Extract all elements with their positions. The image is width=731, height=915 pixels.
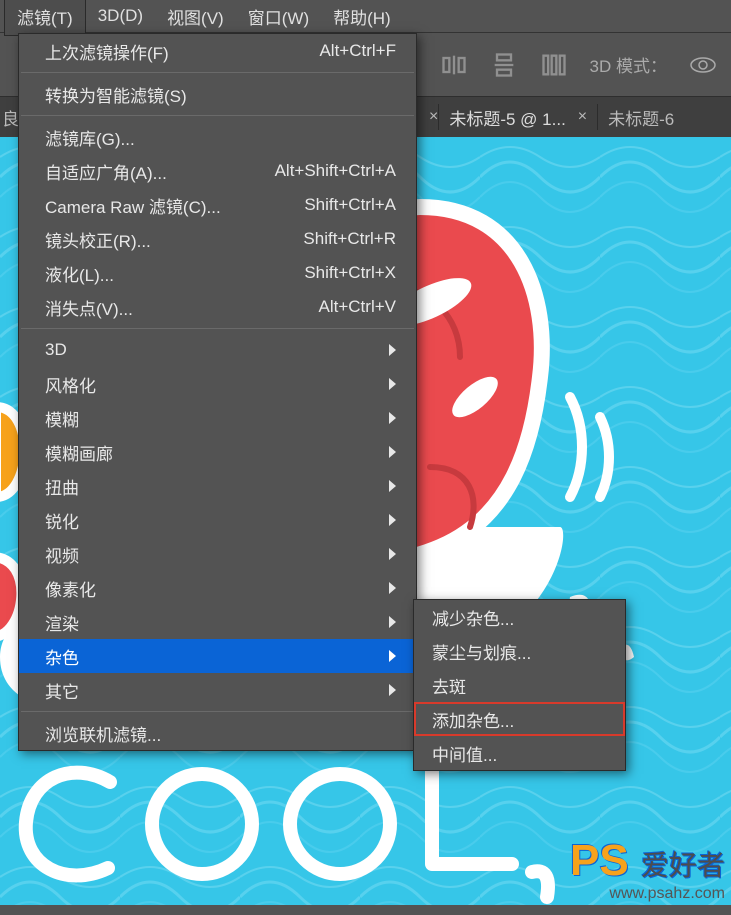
align-vertical-icon[interactable] bbox=[490, 51, 518, 79]
mi-shortcut: Shift+Ctrl+A bbox=[304, 195, 396, 215]
tab-untitled-5[interactable]: 未标题-5 @ 1... × bbox=[439, 95, 597, 140]
menu-separator bbox=[21, 328, 414, 329]
smi-despeckle[interactable]: 去斑 bbox=[414, 668, 625, 702]
close-icon[interactable]: × bbox=[578, 108, 587, 126]
mi-vanishing-point[interactable]: 消失点(V)... Alt+Ctrl+V bbox=[19, 290, 416, 324]
smi-label: 中间值... bbox=[432, 741, 497, 766]
menu-separator bbox=[21, 72, 414, 73]
menu-separator bbox=[21, 115, 414, 116]
watermark: PS 爱好者 www.psahz.com bbox=[570, 837, 725, 903]
mi-camera-raw[interactable]: Camera Raw 滤镜(C)... Shift+Ctrl+A bbox=[19, 188, 416, 222]
close-icon[interactable]: × bbox=[429, 108, 438, 126]
mi-sharpen[interactable]: 锐化 bbox=[19, 503, 416, 537]
distribute-icon[interactable] bbox=[540, 51, 568, 79]
submenu-arrow-icon bbox=[389, 412, 396, 424]
mi-label: 滤镜库(G)... bbox=[45, 125, 135, 150]
align-horizontal-icon[interactable] bbox=[440, 51, 468, 79]
watermark-url: www.psahz.com bbox=[570, 885, 725, 903]
submenu-arrow-icon bbox=[389, 616, 396, 628]
mi-blur-gallery[interactable]: 模糊画廊 bbox=[19, 435, 416, 469]
mi-video[interactable]: 视频 bbox=[19, 537, 416, 571]
mi-blur[interactable]: 模糊 bbox=[19, 401, 416, 435]
smi-reduce-noise[interactable]: 减少杂色... bbox=[414, 600, 625, 634]
mode-label: 3D 模式： bbox=[590, 52, 667, 77]
mi-label: 锐化 bbox=[45, 508, 79, 533]
smi-label: 蒙尘与划痕... bbox=[432, 639, 531, 664]
mi-label: 上次滤镜操作(F) bbox=[45, 39, 169, 64]
mi-label: 转换为智能滤镜(S) bbox=[45, 82, 187, 107]
mi-shortcut: Shift+Ctrl+R bbox=[303, 229, 396, 249]
menu-3d[interactable]: 3D(D) bbox=[86, 0, 155, 32]
mi-label: Camera Raw 滤镜(C)... bbox=[45, 193, 221, 218]
orbit-icon[interactable] bbox=[689, 54, 717, 76]
mi-label: 自适应广角(A)... bbox=[45, 159, 167, 184]
menubar: 滤镜(T) 3D(D) 视图(V) 窗口(W) 帮助(H) bbox=[0, 0, 731, 33]
mi-filter-gallery[interactable]: 滤镜库(G)... bbox=[19, 120, 416, 154]
mi-label: 其它 bbox=[45, 678, 79, 703]
mi-liquify[interactable]: 液化(L)... Shift+Ctrl+X bbox=[19, 256, 416, 290]
smi-median[interactable]: 中间值... bbox=[414, 736, 625, 770]
mi-label: 镜头校正(R)... bbox=[45, 227, 151, 252]
mi-noise[interactable]: 杂色 bbox=[19, 639, 416, 673]
mi-label: 视频 bbox=[45, 542, 79, 567]
menu-filter[interactable]: 滤镜(T) bbox=[4, 0, 86, 36]
mi-label: 扭曲 bbox=[45, 474, 79, 499]
submenu-arrow-icon bbox=[389, 582, 396, 594]
mi-distort[interactable]: 扭曲 bbox=[19, 469, 416, 503]
submenu-arrow-icon bbox=[389, 684, 396, 696]
watermark-cn: 爱好者 bbox=[641, 850, 725, 881]
submenu-arrow-icon bbox=[389, 514, 396, 526]
mi-adaptive-wide-angle[interactable]: 自适应广角(A)... Alt+Shift+Ctrl+A bbox=[19, 154, 416, 188]
menu-window[interactable]: 窗口(W) bbox=[236, 0, 321, 35]
mi-last-filter[interactable]: 上次滤镜操作(F) Alt+Ctrl+F bbox=[19, 34, 416, 68]
mi-label: 3D bbox=[45, 340, 67, 360]
submenu-arrow-icon bbox=[389, 378, 396, 390]
mi-smart-filter[interactable]: 转换为智能滤镜(S) bbox=[19, 77, 416, 111]
mi-3d[interactable]: 3D bbox=[19, 333, 416, 367]
menu-help[interactable]: 帮助(H) bbox=[321, 0, 403, 35]
filter-menu: 上次滤镜操作(F) Alt+Ctrl+F 转换为智能滤镜(S) 滤镜库(G)..… bbox=[18, 33, 417, 751]
mi-shortcut: Shift+Ctrl+X bbox=[304, 263, 396, 283]
mi-label: 风格化 bbox=[45, 372, 96, 397]
mi-pixelate[interactable]: 像素化 bbox=[19, 571, 416, 605]
smi-dust-scratches[interactable]: 蒙尘与划痕... bbox=[414, 634, 625, 668]
noise-submenu: 减少杂色... 蒙尘与划痕... 去斑 添加杂色... 中间值... bbox=[413, 599, 626, 771]
tab-label: 未标题-6 bbox=[608, 105, 674, 130]
submenu-arrow-icon bbox=[389, 446, 396, 458]
mi-label: 渲染 bbox=[45, 610, 79, 635]
smi-label: 去斑 bbox=[432, 673, 466, 698]
mi-label: 模糊画廊 bbox=[45, 440, 113, 465]
menu-separator bbox=[21, 711, 414, 712]
mi-lens-correction[interactable]: 镜头校正(R)... Shift+Ctrl+R bbox=[19, 222, 416, 256]
mi-other[interactable]: 其它 bbox=[19, 673, 416, 707]
mi-shortcut: Alt+Shift+Ctrl+A bbox=[275, 161, 396, 181]
mi-label: 消失点(V)... bbox=[45, 295, 133, 320]
mi-shortcut: Alt+Ctrl+V bbox=[319, 297, 396, 317]
mi-browse-online[interactable]: 浏览联机滤镜... bbox=[19, 716, 416, 750]
mi-render[interactable]: 渲染 bbox=[19, 605, 416, 639]
smi-add-noise[interactable]: 添加杂色... bbox=[414, 702, 625, 736]
tab-label: 良 bbox=[2, 105, 19, 130]
watermark-ps: PS bbox=[570, 836, 629, 885]
submenu-arrow-icon bbox=[389, 548, 396, 560]
smi-label: 减少杂色... bbox=[432, 605, 514, 630]
tab-label: 未标题-5 @ 1... bbox=[449, 105, 565, 130]
mi-label: 像素化 bbox=[45, 576, 96, 601]
watermark-logo: PS 爱好者 bbox=[570, 837, 725, 885]
tab-untitled-6[interactable]: 未标题-6 bbox=[598, 95, 684, 140]
submenu-arrow-icon bbox=[389, 480, 396, 492]
mi-label: 模糊 bbox=[45, 406, 79, 431]
mi-label: 浏览联机滤镜... bbox=[45, 721, 161, 746]
smi-label: 添加杂色... bbox=[432, 707, 514, 732]
submenu-arrow-icon bbox=[389, 344, 396, 356]
menu-view[interactable]: 视图(V) bbox=[155, 0, 236, 35]
mi-label: 杂色 bbox=[45, 644, 79, 669]
mi-label: 液化(L)... bbox=[45, 261, 114, 286]
submenu-arrow-icon bbox=[389, 650, 396, 662]
mi-shortcut: Alt+Ctrl+F bbox=[319, 41, 396, 61]
mi-stylize[interactable]: 风格化 bbox=[19, 367, 416, 401]
